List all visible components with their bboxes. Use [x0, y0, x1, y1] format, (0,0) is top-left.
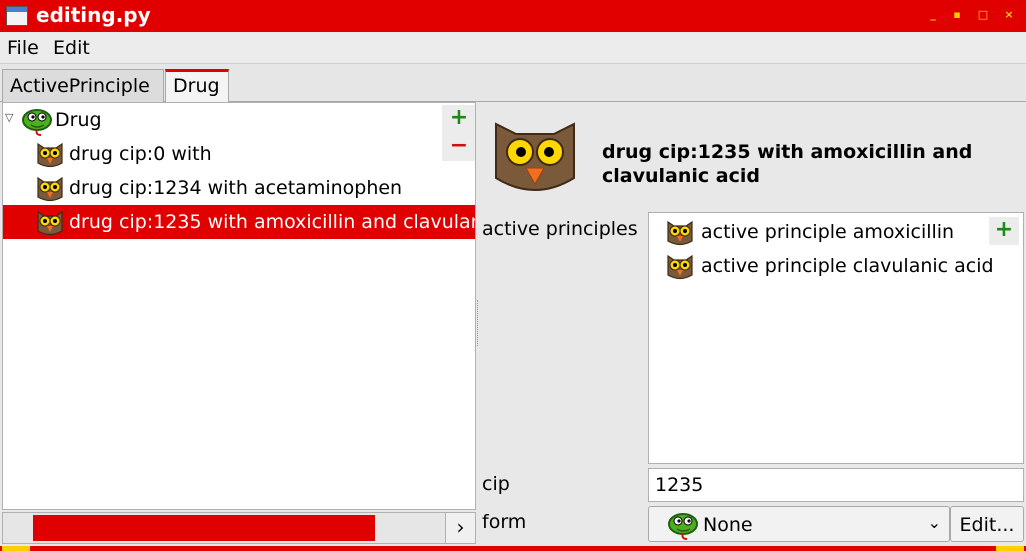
resize-grip-right[interactable]	[996, 546, 1024, 551]
form-select[interactable]: None ⌄	[648, 506, 950, 542]
list-item[interactable]: active principle amoxicillin	[663, 215, 1013, 249]
edit-form-button[interactable]: Edit...	[950, 506, 1024, 542]
owl-icon	[37, 176, 63, 202]
menu-edit[interactable]: Edit	[53, 37, 90, 59]
scrollbar-thumb[interactable]	[33, 515, 375, 541]
tree-root-drug[interactable]: ▽ Drug	[3, 105, 443, 137]
owl-icon	[495, 122, 575, 191]
shade-icon[interactable]: ▪	[950, 8, 964, 22]
chevron-down-icon: ⌄	[927, 513, 941, 532]
tree-item-label: drug cip:1235 with amoxicillin and clavu…	[69, 211, 475, 233]
owl-icon	[667, 220, 693, 246]
tree-actions: + −	[442, 105, 475, 161]
horizontal-scrollbar[interactable]: ›	[2, 512, 476, 544]
list-item-label: active principle clavulanic acid	[701, 255, 994, 277]
active-principles-list[interactable]: active principle amoxicillin active prin…	[648, 212, 1024, 464]
minimize-icon[interactable]: _	[926, 8, 940, 22]
expander-icon[interactable]: ▽	[5, 111, 13, 124]
menu-file[interactable]: File	[7, 37, 39, 59]
close-icon[interactable]: ×	[1002, 8, 1016, 22]
remove-drug-button[interactable]: −	[442, 133, 475, 161]
tree-root-label: Drug	[55, 109, 102, 131]
owl-icon	[37, 210, 63, 236]
cip-input[interactable]	[648, 468, 1024, 502]
tree-item-label: drug cip:1234 with acetaminophen	[69, 177, 403, 199]
tree-item[interactable]: drug cip:0 with	[31, 137, 475, 171]
list-item-label: active principle amoxicillin	[701, 221, 955, 243]
add-active-principle-button[interactable]: +	[989, 217, 1019, 245]
tree-item-selected[interactable]: drug cip:1235 with amoxicillin and clavu…	[3, 205, 475, 239]
window-bottom-border	[0, 546, 1026, 551]
maximize-icon[interactable]: □	[976, 8, 990, 22]
title-bar: editing.py _ ▪ □ ×	[0, 0, 1026, 32]
form-select-value: None	[703, 514, 753, 536]
list-item[interactable]: active principle clavulanic acid	[663, 249, 1013, 283]
drug-detail-panel: drug cip:1235 with amoxicillin and clavu…	[480, 102, 1026, 546]
snake-icon	[668, 513, 698, 540]
owl-icon	[37, 142, 63, 168]
add-drug-button[interactable]: +	[442, 105, 475, 133]
tab-drug[interactable]: Drug	[165, 69, 229, 103]
tree-item-label: drug cip:0 with	[69, 143, 212, 165]
tab-bar: ActivePrinciple Drug	[0, 64, 1026, 103]
tree-item[interactable]: drug cip:1234 with acetaminophen	[31, 171, 475, 205]
drug-tree[interactable]: ▽ Drug drug cip:0 with drug cip:1234 wit…	[2, 102, 476, 510]
scroll-left-button[interactable]	[3, 513, 33, 543]
resize-grip-left[interactable]	[2, 546, 30, 551]
tab-activeprinciple[interactable]: ActivePrinciple	[2, 69, 164, 102]
menu-bar: File Edit	[0, 32, 1026, 64]
window-title: editing.py	[36, 3, 151, 27]
detail-heading: drug cip:1235 with amoxicillin and clavu…	[602, 141, 973, 187]
cip-label: cip	[482, 473, 510, 495]
active-principles-label: active principles	[482, 218, 638, 240]
window-icon	[6, 6, 28, 26]
snake-icon	[22, 109, 52, 136]
scroll-right-button[interactable]: ›	[445, 513, 475, 543]
owl-icon	[667, 254, 693, 280]
form-label: form	[482, 511, 527, 533]
